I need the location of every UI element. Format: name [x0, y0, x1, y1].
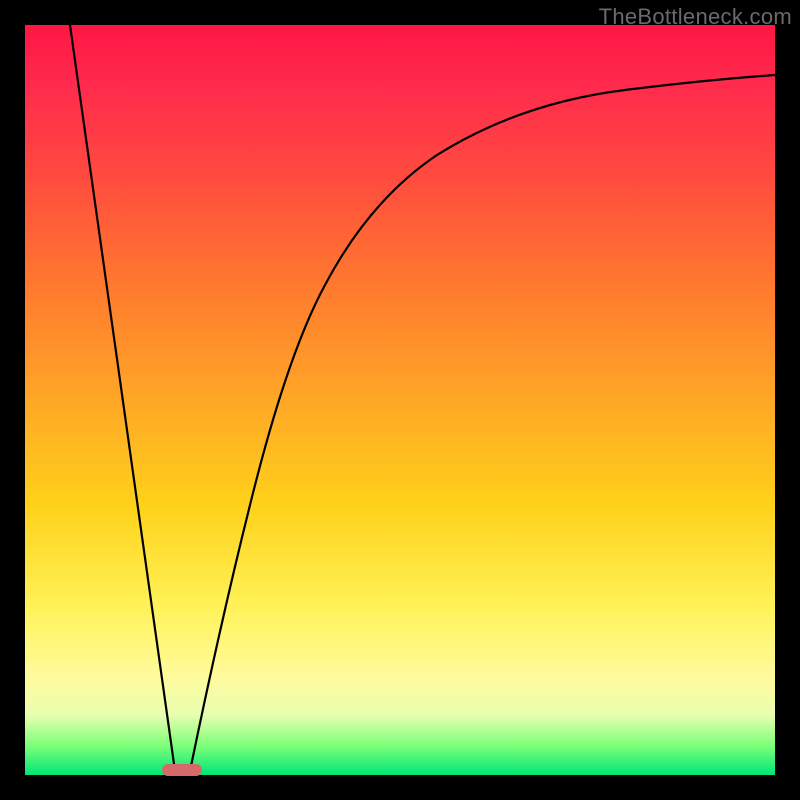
- curve-right-segment: [190, 75, 775, 771]
- watermark-text: TheBottleneck.com: [599, 4, 792, 30]
- optimal-marker: [162, 764, 202, 776]
- plot-area: [25, 25, 775, 775]
- bottleneck-curve: [25, 25, 775, 775]
- curve-left-segment: [70, 25, 175, 771]
- chart-frame: TheBottleneck.com: [0, 0, 800, 800]
